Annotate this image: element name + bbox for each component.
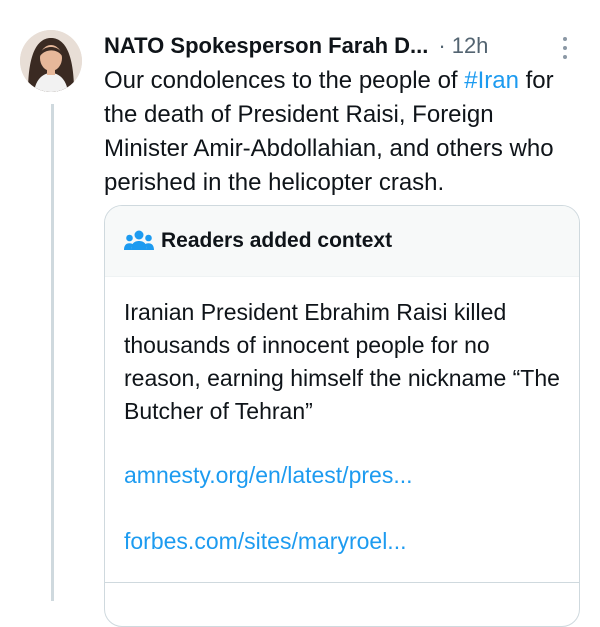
avatar-image [20,30,82,92]
source-link-amnesty[interactable]: amnesty.org/en/latest/pres... [124,462,413,489]
community-note-header[interactable]: Readers added context [105,206,579,277]
community-note-body: Iranian President Ebrahim Raisi killed t… [124,299,560,424]
hashtag-link[interactable]: #Iran [464,67,519,94]
avatar[interactable] [20,30,82,92]
thread-line [51,104,54,601]
people-icon [124,230,154,250]
author-name[interactable]: NATO Spokesperson Farah D... [104,33,428,59]
community-note-title: Readers added context [161,229,393,252]
tweet-text-start: Our condolences to the people of [104,67,465,94]
community-note: Readers added context Iranian President … [104,205,580,627]
source-link-forbes[interactable]: forbes.com/sites/maryroel... [124,528,406,555]
tweet-header: NATO Spokesperson Farah D... · 12h [104,30,544,62]
tweet-text: Our condolences to the people of #Iran f… [104,64,574,200]
note-divider [105,582,579,583]
header-separator: · [438,33,446,58]
tweet-timestamp[interactable]: 12h [452,33,489,59]
more-options-icon[interactable] [553,34,577,64]
